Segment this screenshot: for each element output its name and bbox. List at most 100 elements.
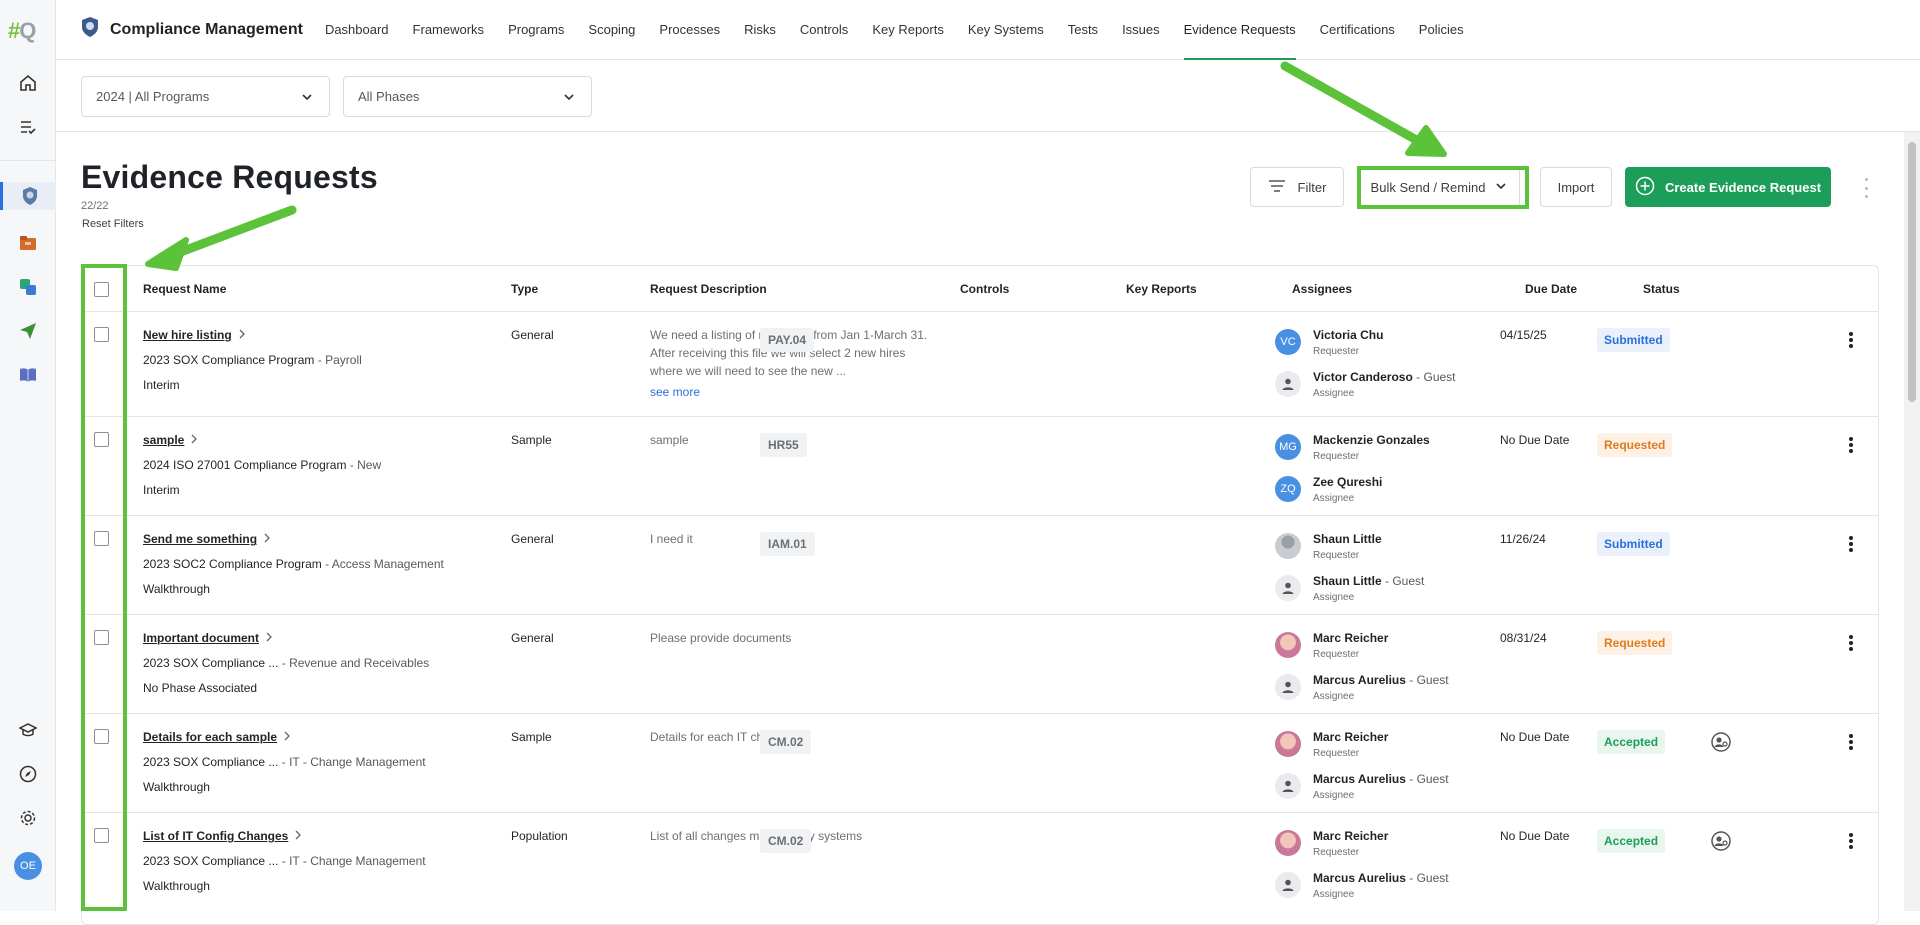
requester-avatar <box>1275 731 1301 757</box>
table-row: sample 2024 ISO 27001 Compliance Program … <box>82 417 1878 516</box>
request-name-text: sample <box>143 433 185 447</box>
see-more-link[interactable]: see more <box>650 385 700 399</box>
user-settings-icon[interactable] <box>1710 731 1732 753</box>
app-logo[interactable]: #Q <box>8 18 36 44</box>
program-name: 2024 ISO 27001 Compliance Program - New <box>143 458 381 472</box>
book-icon[interactable] <box>14 361 42 389</box>
nav-dashboard[interactable]: Dashboard <box>313 0 401 60</box>
status-badge: Accepted <box>1597 829 1666 853</box>
request-name-link[interactable]: Details for each sample <box>143 730 291 744</box>
column-header-assignees[interactable]: Assignees <box>1292 282 1352 296</box>
evidence-requests-table: Request Name Type Request Description Co… <box>81 265 1879 925</box>
nav-controls[interactable]: Controls <box>788 0 860 60</box>
sync-icon[interactable] <box>14 273 42 301</box>
request-name-text: New hire listing <box>143 328 232 342</box>
assignee-name-text: Victor Canderoso <box>1313 370 1413 384</box>
control-chip[interactable]: IAM.01 <box>760 532 815 556</box>
reset-filters-link[interactable]: Reset Filters <box>82 218 144 230</box>
person-icon <box>1275 371 1301 397</box>
nav-policies[interactable]: Policies <box>1407 0 1476 60</box>
assignee-suffix-text: Guest <box>1416 871 1449 885</box>
phase-name: Walkthrough <box>143 780 210 794</box>
phase-name: Interim <box>143 378 180 392</box>
user-settings-icon[interactable] <box>1710 830 1732 852</box>
row-actions-icon[interactable] <box>1846 330 1856 350</box>
assignee-name: Shaun Little - Guest <box>1313 574 1424 588</box>
assignee-role: Assignee <box>1313 691 1355 702</box>
compliance-icon[interactable] <box>0 182 56 210</box>
row-actions-icon[interactable] <box>1846 732 1856 752</box>
request-description: Please provide documents <box>650 631 792 645</box>
bulk-button-highlight <box>1357 166 1529 209</box>
row-actions-icon[interactable] <box>1846 633 1856 653</box>
chevron-right-icon <box>265 631 273 645</box>
chevron-right-icon <box>190 433 198 447</box>
nav-evidence-requests[interactable]: Evidence Requests <box>1172 0 1308 60</box>
home-icon[interactable] <box>14 69 42 97</box>
phase-name: No Phase Associated <box>143 681 258 695</box>
column-header-type[interactable]: Type <box>511 282 538 296</box>
assignee-name: Marcus Aurelius - Guest <box>1313 871 1449 885</box>
assignee-suffix-separator: - <box>1412 370 1424 384</box>
nav-programs[interactable]: Programs <box>496 0 576 60</box>
program-process-separator: - <box>278 755 290 769</box>
program-text: 2023 SOX Compliance Program <box>143 353 315 367</box>
row-actions-icon[interactable] <box>1846 435 1856 455</box>
requester-avatar: MG <box>1275 434 1301 460</box>
request-name-text: Send me something <box>143 532 258 546</box>
column-header-request-description[interactable]: Request Description <box>650 282 767 296</box>
request-name-link[interactable]: Important document <box>143 631 273 645</box>
user-avatar[interactable]: OE <box>14 852 42 880</box>
column-header-controls[interactable]: Controls <box>960 282 1009 296</box>
column-header-status[interactable]: Status <box>1643 282 1680 296</box>
request-name-link[interactable]: New hire listing <box>143 328 246 342</box>
nav-certifications[interactable]: Certifications <box>1308 0 1407 60</box>
column-header-due-date[interactable]: Due Date <box>1525 282 1577 296</box>
assignee-suffix-text: Guest <box>1392 574 1425 588</box>
page-scrollbar[interactable] <box>1904 132 1920 911</box>
nav-key-reports[interactable]: Key Reports <box>860 0 956 60</box>
program-process-separator: - <box>278 854 290 868</box>
more-options-icon[interactable] <box>1858 174 1874 202</box>
row-actions-icon[interactable] <box>1846 831 1856 851</box>
import-button[interactable]: Import <box>1540 167 1612 207</box>
nav-processes[interactable]: Processes <box>647 0 732 60</box>
assignee-name-text: Marcus Aurelius <box>1313 772 1406 786</box>
nav-tests[interactable]: Tests <box>1056 0 1110 60</box>
process-text: Access Management <box>331 557 444 571</box>
control-chip[interactable]: CM.02 <box>760 829 812 853</box>
left-rail: #Q OE <box>0 0 56 911</box>
process-name: - Access Management <box>322 557 444 571</box>
row-actions-icon[interactable] <box>1846 534 1856 554</box>
nav-key-systems[interactable]: Key Systems <box>956 0 1056 60</box>
tasks-icon[interactable] <box>14 113 42 141</box>
requester-avatar: VC <box>1275 329 1301 355</box>
request-name-link[interactable]: List of IT Config Changes <box>143 829 302 843</box>
phase-select[interactable]: All Phases <box>343 76 592 117</box>
filter-button[interactable]: Filter <box>1250 167 1344 207</box>
column-header-request-name[interactable]: Request Name <box>143 282 226 296</box>
control-chip[interactable]: CM.02 <box>760 730 812 754</box>
create-evidence-request-button[interactable]: Create Evidence Request <box>1625 167 1831 207</box>
control-chip[interactable]: HR55 <box>760 433 807 457</box>
compass-icon[interactable] <box>14 760 42 788</box>
nav-risks[interactable]: Risks <box>732 0 788 60</box>
training-icon[interactable] <box>14 716 42 744</box>
table-row: Details for each sample 2023 SOX Complian… <box>82 714 1878 813</box>
send-icon[interactable] <box>14 317 42 345</box>
request-name-link[interactable]: sample <box>143 433 198 447</box>
nav-frameworks[interactable]: Frameworks <box>401 0 497 60</box>
folder-icon[interactable] <box>14 229 42 257</box>
control-chip[interactable]: PAY.04 <box>760 328 815 352</box>
nav-scoping[interactable]: Scoping <box>576 0 647 60</box>
column-header-key-reports[interactable]: Key Reports <box>1126 282 1197 296</box>
program-select[interactable]: 2024 | All Programs <box>81 76 330 117</box>
requester-role: Requester <box>1313 451 1360 462</box>
table-row: Important document 2023 SOX Compliance ..… <box>82 615 1878 714</box>
nav-issues[interactable]: Issues <box>1110 0 1172 60</box>
chevron-down-icon <box>301 91 313 106</box>
requester-name: Marc Reicher <box>1313 829 1389 843</box>
scrollbar-thumb[interactable] <box>1908 142 1916 402</box>
settings-icon[interactable] <box>14 804 42 832</box>
request-name-link[interactable]: Send me something <box>143 532 271 546</box>
